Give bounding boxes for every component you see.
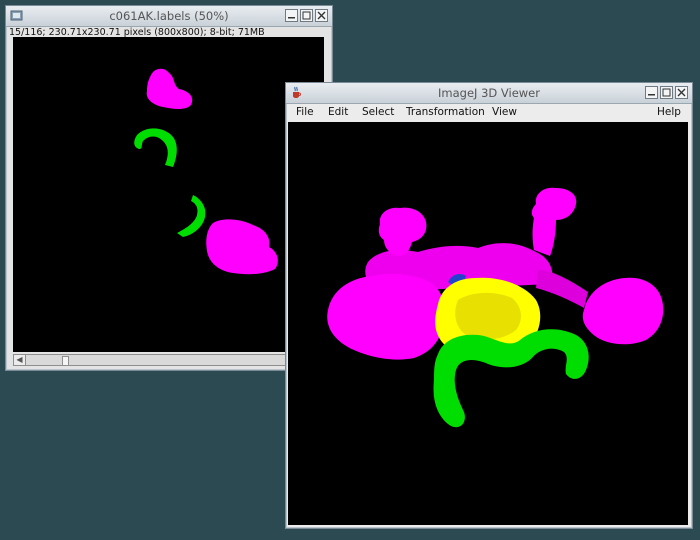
minimize-icon[interactable]	[285, 9, 298, 22]
menu-select[interactable]: Select	[362, 106, 394, 118]
maximize-icon[interactable]	[300, 9, 313, 22]
image-canvas[interactable]	[13, 37, 324, 352]
scroll-left-arrow-icon[interactable]: ◀	[14, 355, 26, 365]
menu-bar: File Edit Select Transformation View Hel…	[287, 104, 691, 121]
menu-file[interactable]: File	[296, 106, 314, 118]
label-slice-image	[134, 68, 278, 275]
menu-edit[interactable]: Edit	[328, 106, 348, 118]
menu-transformation[interactable]: Transformation	[406, 106, 485, 118]
image-window-titlebar[interactable]: c061AK.labels (50%)	[6, 6, 332, 27]
3d-viewer-titlebar[interactable]: ImageJ 3D Viewer	[286, 83, 692, 104]
3d-viewer-title: ImageJ 3D Viewer	[438, 86, 540, 100]
image-window-title: c061AK.labels (50%)	[109, 9, 229, 23]
3d-viewer-window[interactable]: ImageJ 3D Viewer File Edit Select Transf…	[285, 82, 693, 529]
close-icon[interactable]	[675, 86, 688, 99]
3d-render-canvas[interactable]	[288, 122, 688, 525]
close-icon[interactable]	[315, 9, 328, 22]
menu-view[interactable]: View	[492, 106, 517, 118]
minimize-icon[interactable]	[645, 86, 658, 99]
scrollbar-thumb[interactable]	[62, 356, 69, 366]
3d-surface-render	[327, 187, 664, 428]
maximize-icon[interactable]	[660, 86, 673, 99]
image-window[interactable]: c061AK.labels (50%) 15/116; 230.71x230.7…	[5, 5, 333, 371]
menu-help[interactable]: Help	[657, 106, 681, 118]
horizontal-scrollbar[interactable]: ◀	[13, 354, 293, 366]
